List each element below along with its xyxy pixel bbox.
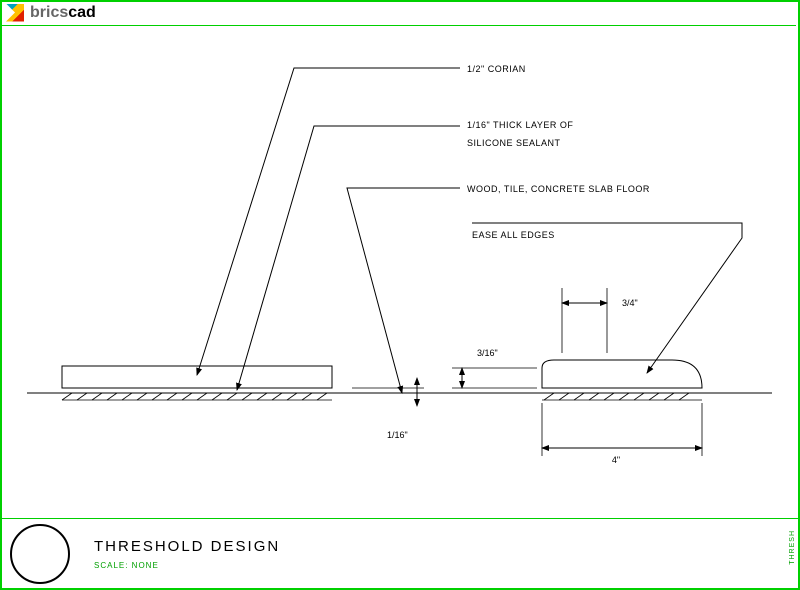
legend-band: THRESHOLD DESIGN SCALE: NONE <box>2 518 798 589</box>
annotation-sealant-l1: 1/16" THICK LAYER OF <box>467 120 573 130</box>
dim-sealant: 1/16" <box>387 430 408 440</box>
legend-text: THRESHOLD DESIGN SCALE: NONE <box>94 538 280 570</box>
revision-circle-icon <box>10 524 70 584</box>
drawing-title: THRESHOLD DESIGN <box>94 538 280 555</box>
app-frame: bricscad <box>0 0 800 590</box>
dim-width: 4" <box>612 455 620 465</box>
drawing-canvas[interactable]: 1/2" CORIAN 1/16" THICK LAYER OF SILICON… <box>2 28 798 518</box>
sheet-label: THRESH <box>789 530 796 565</box>
annotation-ease-edges: EASE ALL EDGES <box>472 230 555 240</box>
annotation-floor: WOOD, TILE, CONCRETE SLAB FLOOR <box>467 184 650 194</box>
technical-drawing: 1/2" CORIAN 1/16" THICK LAYER OF SILICON… <box>2 28 798 518</box>
dim-lip: 3/16" <box>477 348 498 358</box>
annotation-corian: 1/2" CORIAN <box>467 64 526 74</box>
annotation-sealant-l2: SILICONE SEALANT <box>467 138 561 148</box>
dim-top-right: 3/4" <box>622 298 638 308</box>
drawing-scale: SCALE: NONE <box>94 561 280 570</box>
